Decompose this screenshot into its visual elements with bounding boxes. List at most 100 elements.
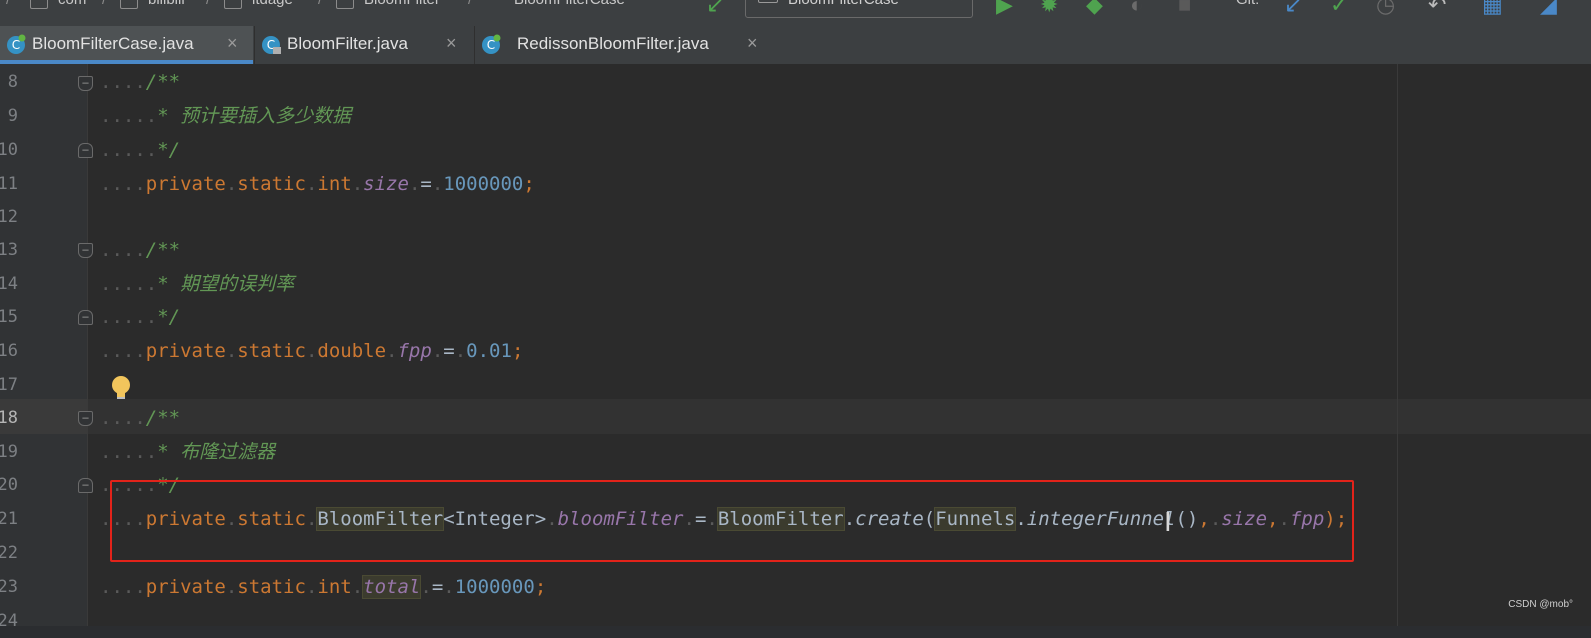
comment-token: /**	[145, 239, 181, 261]
tab-label: BloomFilter.java	[287, 34, 408, 53]
close-icon[interactable]: ×	[747, 33, 758, 54]
keyword-int: int	[317, 576, 352, 598]
line-number: 11	[0, 174, 18, 194]
fold-end-icon[interactable]: −	[78, 143, 93, 158]
keyword-private: private	[145, 173, 226, 195]
profile-icon[interactable]: ◐	[1130, 0, 1143, 18]
code-line-23[interactable]: ....private.static.int.total.=.1000000;	[100, 570, 546, 604]
whitespace: .....	[100, 139, 158, 161]
breadcrumb-bloomfiltercase[interactable]: BloomFilterCase	[514, 0, 625, 8]
project-structure-icon[interactable]: ▦	[1482, 0, 1503, 18]
tab-label: RedissonBloomFilter.java	[517, 34, 709, 53]
coverage-icon[interactable]: ◆	[1086, 0, 1103, 18]
line-number: 10	[0, 140, 18, 160]
line-number-current: 18	[0, 408, 18, 428]
field-name: fpp	[397, 340, 432, 362]
whitespace: .....	[100, 105, 158, 127]
right-margin-guide	[1397, 64, 1398, 626]
fold-collapse-icon[interactable]: −	[78, 243, 93, 258]
code-line-18[interactable]: ..../**	[100, 401, 180, 435]
breadcrumb-com[interactable]: com	[58, 0, 86, 8]
run-icon[interactable]: ▶	[996, 0, 1013, 18]
run-configuration-selector[interactable]: BloomFilterCase ▼	[745, 0, 973, 18]
semicolon: ;	[534, 576, 547, 598]
semicolon: ;	[523, 173, 535, 195]
back-arrow-icon[interactable]: ↙	[706, 0, 724, 18]
package-icon	[336, 0, 354, 9]
fold-end-icon[interactable]: −	[78, 310, 93, 325]
stop-icon[interactable]: ■	[1178, 0, 1191, 18]
comment-token: /**	[145, 407, 181, 429]
whitespace: ....	[100, 576, 146, 598]
tab-redissonbloomfilter[interactable]: C RedissonBloomFilter.java ×	[474, 26, 775, 64]
code-line-10[interactable]: .....*/	[100, 133, 180, 167]
line-number: 8	[7, 72, 18, 92]
breadcrumb-separator: /	[102, 0, 106, 8]
comment-token: *	[157, 273, 181, 295]
field-name: size	[363, 173, 409, 195]
close-icon[interactable]: ×	[227, 33, 238, 54]
close-icon[interactable]: ×	[446, 33, 457, 54]
git-label: Git:	[1236, 0, 1259, 8]
code-line-11[interactable]: ....private.static.int.size.=.1000000;	[100, 167, 535, 201]
comment-text: 预计要插入多少数据	[180, 105, 352, 127]
git-history-icon[interactable]: ◷	[1376, 0, 1395, 18]
code-line-8[interactable]: ..../**	[100, 65, 180, 99]
line-number: 19	[0, 442, 18, 462]
operator: =	[431, 576, 444, 598]
fold-end-icon[interactable]: −	[78, 478, 93, 493]
breadcrumb-bloomfilter[interactable]: BloomFilter	[364, 0, 440, 8]
lightbulb-icon[interactable]	[110, 375, 132, 401]
code-line-19[interactable]: .....* 布隆过滤器	[100, 435, 275, 469]
whitespace: ....	[100, 239, 146, 261]
tab-bloomfilter[interactable]: C BloomFilter.java ×	[254, 26, 471, 64]
breadcrumb-separator: /	[206, 0, 210, 8]
code-line-9[interactable]: .....* 预计要插入多少数据	[100, 99, 351, 133]
code-line-16[interactable]: ....private.static.double.fpp.=.0.01;	[100, 334, 523, 368]
breadcrumb-itdage[interactable]: itdage	[252, 0, 293, 8]
editor-tab-bar: C BloomFilterCase.java × C BloomFilter.j…	[0, 26, 1591, 65]
code-line-13[interactable]: ..../**	[100, 233, 180, 267]
fold-collapse-icon[interactable]: −	[78, 76, 93, 91]
git-commit-icon[interactable]: ✓	[1330, 0, 1348, 18]
text-cursor-icon: I	[1164, 508, 1172, 538]
tab-label: BloomFilterCase.java	[32, 34, 194, 53]
run-config-label: BloomFilterCase	[788, 0, 899, 8]
line-number: 23	[0, 577, 18, 597]
navigation-bar: / com / bilibili / itdage / BloomFilter …	[0, 0, 1591, 26]
run-config-icon	[758, 0, 778, 3]
chevron-down-icon: ▼	[946, 0, 958, 3]
keyword-static: static	[237, 173, 306, 195]
whitespace: .....	[100, 273, 158, 295]
comment-token: *	[157, 441, 181, 463]
comment-token: /**	[145, 71, 181, 93]
line-number: 20	[0, 475, 18, 495]
keyword-private: private	[145, 576, 226, 598]
keyword-double: double	[317, 340, 387, 362]
git-update-icon[interactable]: ↙	[1284, 0, 1302, 18]
debug-icon[interactable]: ✹	[1040, 0, 1058, 18]
line-number: 21	[0, 509, 18, 529]
line-number: 24	[0, 611, 18, 631]
breadcrumb-bilibili[interactable]: bilibili	[148, 0, 185, 8]
operator: =	[420, 173, 432, 195]
comment-text: 期望的误判率	[180, 273, 295, 295]
code-line-14[interactable]: .....* 期望的误判率	[100, 267, 294, 301]
svg-text:C: C	[12, 38, 20, 52]
rollback-icon[interactable]: ↶	[1428, 0, 1446, 18]
keyword-int: int	[317, 173, 352, 195]
code-line-15[interactable]: .....*/	[100, 300, 180, 334]
tab-bloomfiltercase[interactable]: C BloomFilterCase.java ×	[0, 26, 253, 64]
number-literal: 1000000	[454, 576, 535, 598]
comment-token: */	[157, 139, 181, 161]
whitespace: ....	[100, 173, 146, 195]
fold-collapse-icon[interactable]: −	[78, 411, 93, 426]
line-number: 15	[0, 307, 18, 327]
comment-token: *	[157, 105, 181, 127]
whitespace: ....	[100, 407, 146, 429]
search-everywhere-icon[interactable]: ◢	[1540, 0, 1557, 18]
number-literal: 0.01	[466, 340, 512, 362]
package-icon	[120, 0, 138, 9]
keyword-private: private	[145, 340, 226, 362]
breadcrumb-separator: /	[6, 0, 10, 8]
